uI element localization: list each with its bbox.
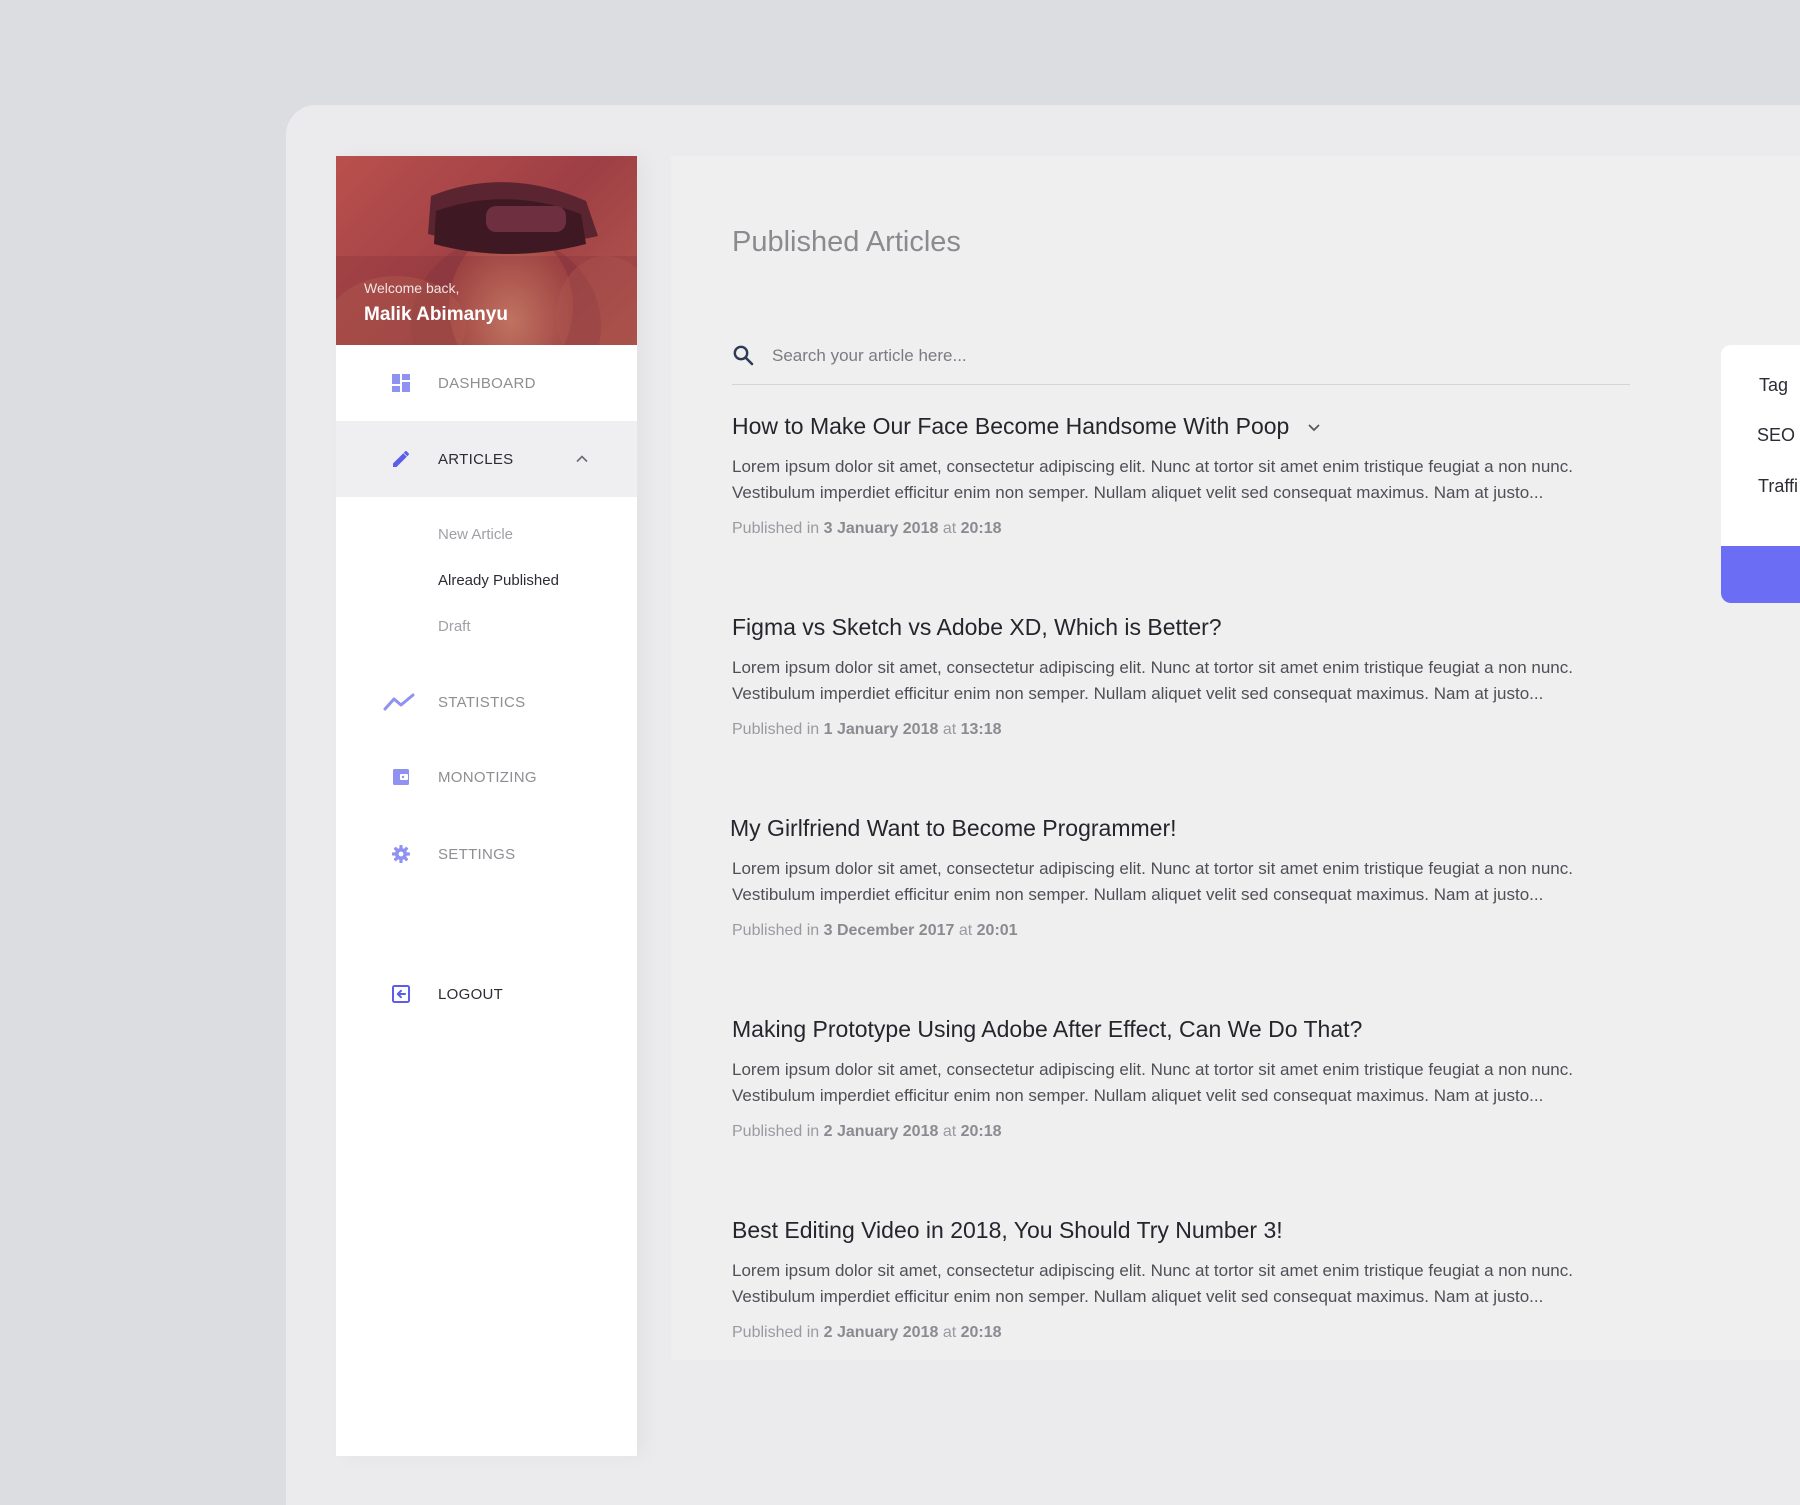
article-date: 2 January 2018 <box>823 1324 939 1341</box>
article-date: 3 January 2018 <box>823 520 939 537</box>
side-tab-traffic[interactable]: Traffi <box>1758 476 1798 497</box>
article-excerpt: Lorem ipsum dolor sit amet, consectetur … <box>732 658 1573 703</box>
article-date: 3 December 2017 <box>823 922 955 939</box>
article-excerpt: Lorem ipsum dolor sit amet, consectetur … <box>732 1261 1573 1306</box>
article-meta: Published in 3 December 2017 at 20:01 <box>732 922 1610 940</box>
search-icon <box>733 345 754 366</box>
subnav-new-article[interactable]: New Article <box>438 526 513 543</box>
article-meta: Published in 1 January 2018 at 13:18 <box>732 721 1612 739</box>
gear-icon <box>390 843 412 865</box>
profile-header: Welcome back, Malik Abimanyu <box>336 156 637 345</box>
article-at: at <box>942 1324 957 1341</box>
article-item[interactable]: How to Make Our Face Become Handsome Wit… <box>732 413 1612 538</box>
article-excerpt: Lorem ipsum dolor sit amet, consectetur … <box>732 1060 1573 1105</box>
article-title[interactable]: My Girlfriend Want to Become Programmer! <box>730 815 1610 842</box>
article-time: 20:18 <box>960 1123 1002 1140</box>
side-panel-card: Tag SEO Traffi <box>1721 345 1800 603</box>
nav-articles[interactable]: ARTICLES <box>336 421 637 497</box>
article-item[interactable]: Making Prototype Using Adobe After Effec… <box>732 1016 1612 1141</box>
nav-statistics-label: STATISTICS <box>438 693 526 711</box>
article-meta: Published in 3 January 2018 at 20:18 <box>732 520 1612 538</box>
nav-monotizing[interactable]: MONOTIZING <box>336 739 637 815</box>
logout-icon <box>390 983 412 1005</box>
article-time: 20:18 <box>960 520 1002 537</box>
article-item[interactable]: My Girlfriend Want to Become Programmer!… <box>730 815 1610 940</box>
article-item[interactable]: Figma vs Sketch vs Adobe XD, Which is Be… <box>732 614 1612 739</box>
search-input[interactable] <box>770 340 1614 372</box>
dashboard-icon <box>390 372 412 394</box>
article-item[interactable]: Best Editing Video in 2018, You Should T… <box>732 1217 1612 1342</box>
chevron-up-icon[interactable] <box>574 451 590 467</box>
article-meta: Published in 2 January 2018 at 20:18 <box>732 1123 1612 1141</box>
pencil-icon <box>390 448 412 470</box>
article-title[interactable]: How to Make Our Face Become Handsome Wit… <box>732 413 1612 440</box>
article-title[interactable]: Making Prototype Using Adobe After Effec… <box>732 1016 1612 1043</box>
article-at: at <box>958 922 973 939</box>
content-panel <box>671 156 1800 1360</box>
nav-dashboard[interactable]: DASHBOARD <box>336 345 637 421</box>
user-name: Malik Abimanyu <box>364 304 508 325</box>
nav-dashboard-label: DASHBOARD <box>438 374 536 392</box>
published-prefix: Published in <box>732 1123 820 1140</box>
subnav-draft[interactable]: Draft <box>438 618 471 635</box>
article-excerpt: Lorem ipsum dolor sit amet, consectetur … <box>732 859 1573 904</box>
article-time: 20:18 <box>960 1324 1002 1341</box>
subnav-already-published[interactable]: Already Published <box>438 572 559 589</box>
article-title-text: How to Make Our Face Become Handsome Wit… <box>732 413 1290 439</box>
article-date: 1 January 2018 <box>823 721 939 738</box>
nav-statistics[interactable]: STATISTICS <box>336 664 637 740</box>
published-prefix: Published in <box>732 1324 820 1341</box>
article-meta: Published in 2 January 2018 at 20:18 <box>732 1324 1612 1342</box>
published-prefix: Published in <box>732 520 820 537</box>
wallet-icon <box>390 766 412 788</box>
welcome-text: Welcome back, <box>364 280 460 296</box>
published-prefix: Published in <box>732 721 820 738</box>
page-title: Published Articles <box>732 226 961 258</box>
sidebar: Welcome back, Malik Abimanyu DASHBOARD A… <box>336 156 637 1456</box>
article-date: 2 January 2018 <box>823 1123 939 1140</box>
nav-settings-label: SETTINGS <box>438 845 516 863</box>
article-time: 20:01 <box>976 922 1018 939</box>
side-tab-seo[interactable]: SEO <box>1757 425 1795 446</box>
article-excerpt: Lorem ipsum dolor sit amet, consectetur … <box>732 457 1573 502</box>
nav-monotizing-label: MONOTIZING <box>438 768 537 786</box>
trend-icon <box>382 691 416 713</box>
nav-articles-label: ARTICLES <box>438 450 514 468</box>
chevron-down-icon[interactable] <box>1305 418 1323 436</box>
side-tab-tag[interactable]: Tag <box>1759 375 1788 396</box>
nav-logout[interactable]: LOGOUT <box>336 956 637 1032</box>
search-bar <box>732 340 1630 385</box>
article-at: at <box>942 1123 957 1140</box>
article-time: 13:18 <box>960 721 1002 738</box>
article-at: at <box>942 520 957 537</box>
side-panel-action-button[interactable] <box>1721 546 1800 603</box>
nav-settings[interactable]: SETTINGS <box>336 816 637 892</box>
article-at: at <box>942 721 957 738</box>
article-title[interactable]: Figma vs Sketch vs Adobe XD, Which is Be… <box>732 614 1612 641</box>
published-prefix: Published in <box>732 922 820 939</box>
nav-logout-label: LOGOUT <box>438 985 504 1003</box>
article-title[interactable]: Best Editing Video in 2018, You Should T… <box>732 1217 1612 1244</box>
